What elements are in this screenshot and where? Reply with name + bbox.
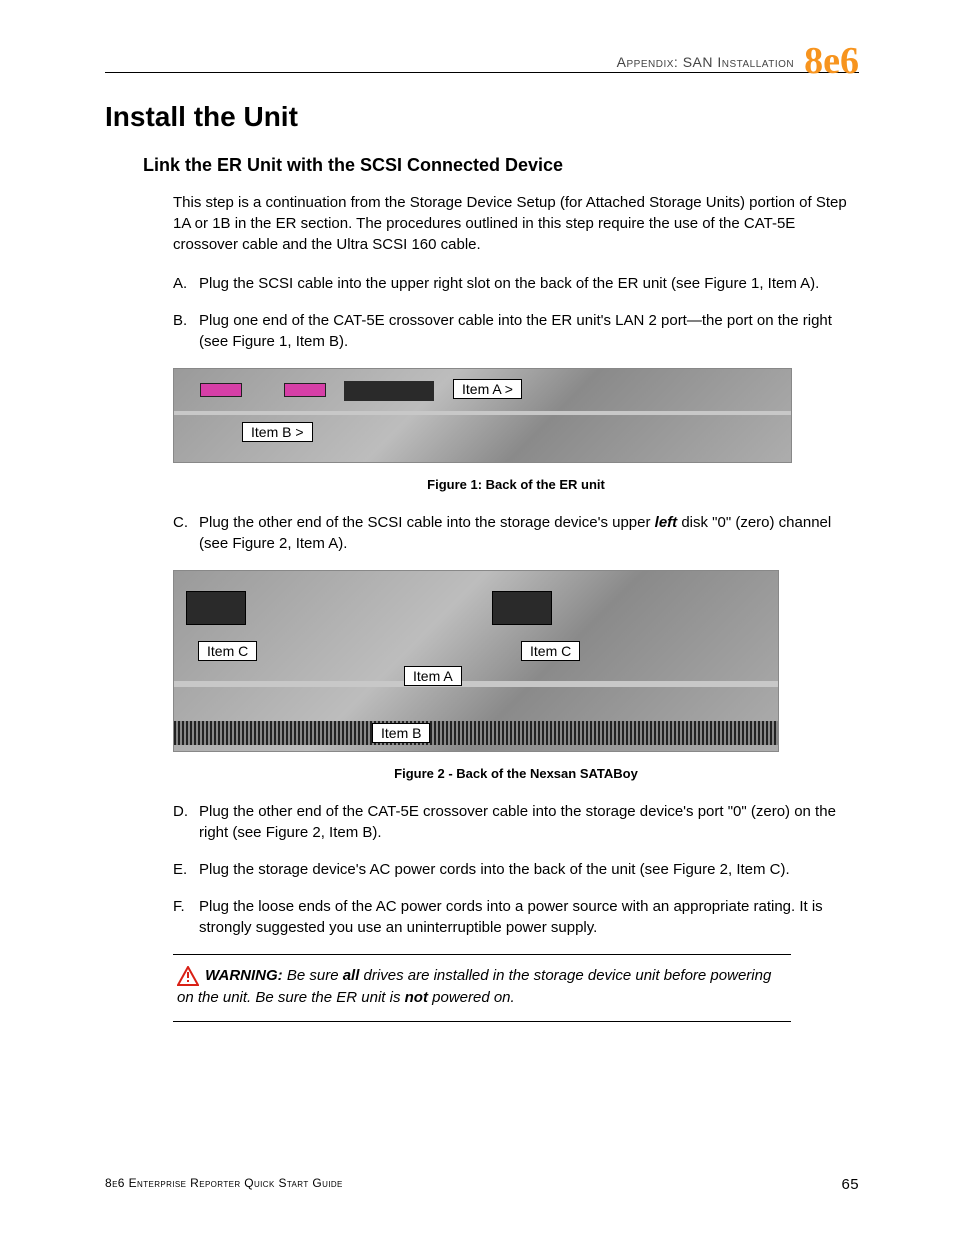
step-a: Plug the SCSI cable into the upper right…	[173, 273, 859, 294]
page-header: Appendix: SAN Installation 8e6	[105, 40, 859, 73]
figure-1-image: Item A > Item B >	[173, 368, 792, 463]
step-c-emph: left	[655, 514, 678, 531]
figure-1-caption: Figure 1: Back of the ER unit	[173, 477, 859, 492]
fig2-label-item-a: Item A	[404, 666, 462, 686]
fig2-label-item-c-left: Item C	[198, 641, 257, 661]
warning-icon	[177, 966, 199, 986]
page-footer: 8e6 Enterprise Reporter Quick Start Guid…	[105, 1176, 859, 1193]
footer-page-number: 65	[842, 1176, 860, 1193]
step-d: Plug the other end of the CAT-5E crossov…	[173, 801, 859, 843]
header-section-text: Appendix: SAN Installation	[617, 54, 794, 70]
fig1-label-item-b: Item B >	[242, 422, 313, 442]
fig2-label-item-c-right: Item C	[521, 641, 580, 661]
fig1-label-item-a: Item A >	[453, 379, 522, 399]
fig2-label-item-b: Item B	[372, 723, 430, 743]
intro-paragraph: This step is a continuation from the Sto…	[173, 192, 859, 255]
warning-callout: WARNING: Be sure all drives are installe…	[173, 954, 791, 1022]
figure-2-caption: Figure 2 - Back of the Nexsan SATABoy	[173, 766, 859, 781]
page-title: Install the Unit	[105, 101, 859, 133]
section-heading: Link the ER Unit with the SCSI Connected…	[143, 155, 859, 176]
warning-t3: powered on.	[428, 989, 515, 1006]
figure-2-image: Item C Item C Item A Item B	[173, 570, 779, 752]
step-b: Plug one end of the CAT-5E crossover cab…	[173, 310, 859, 352]
warning-emph1: all	[343, 967, 360, 984]
warning-lead: WARNING:	[205, 967, 283, 984]
step-e: Plug the storage device's AC power cords…	[173, 859, 859, 880]
step-c-pre: Plug the other end of the SCSI cable int…	[199, 514, 655, 531]
step-f: Plug the loose ends of the AC power cord…	[173, 896, 859, 938]
warning-emph2: not	[405, 989, 428, 1006]
step-c: Plug the other end of the SCSI cable int…	[173, 512, 859, 554]
warning-t1: Be sure	[283, 967, 343, 984]
footer-left-text: 8e6 Enterprise Reporter Quick Start Guid…	[105, 1176, 343, 1193]
brand-logo: 8e6	[804, 46, 859, 76]
